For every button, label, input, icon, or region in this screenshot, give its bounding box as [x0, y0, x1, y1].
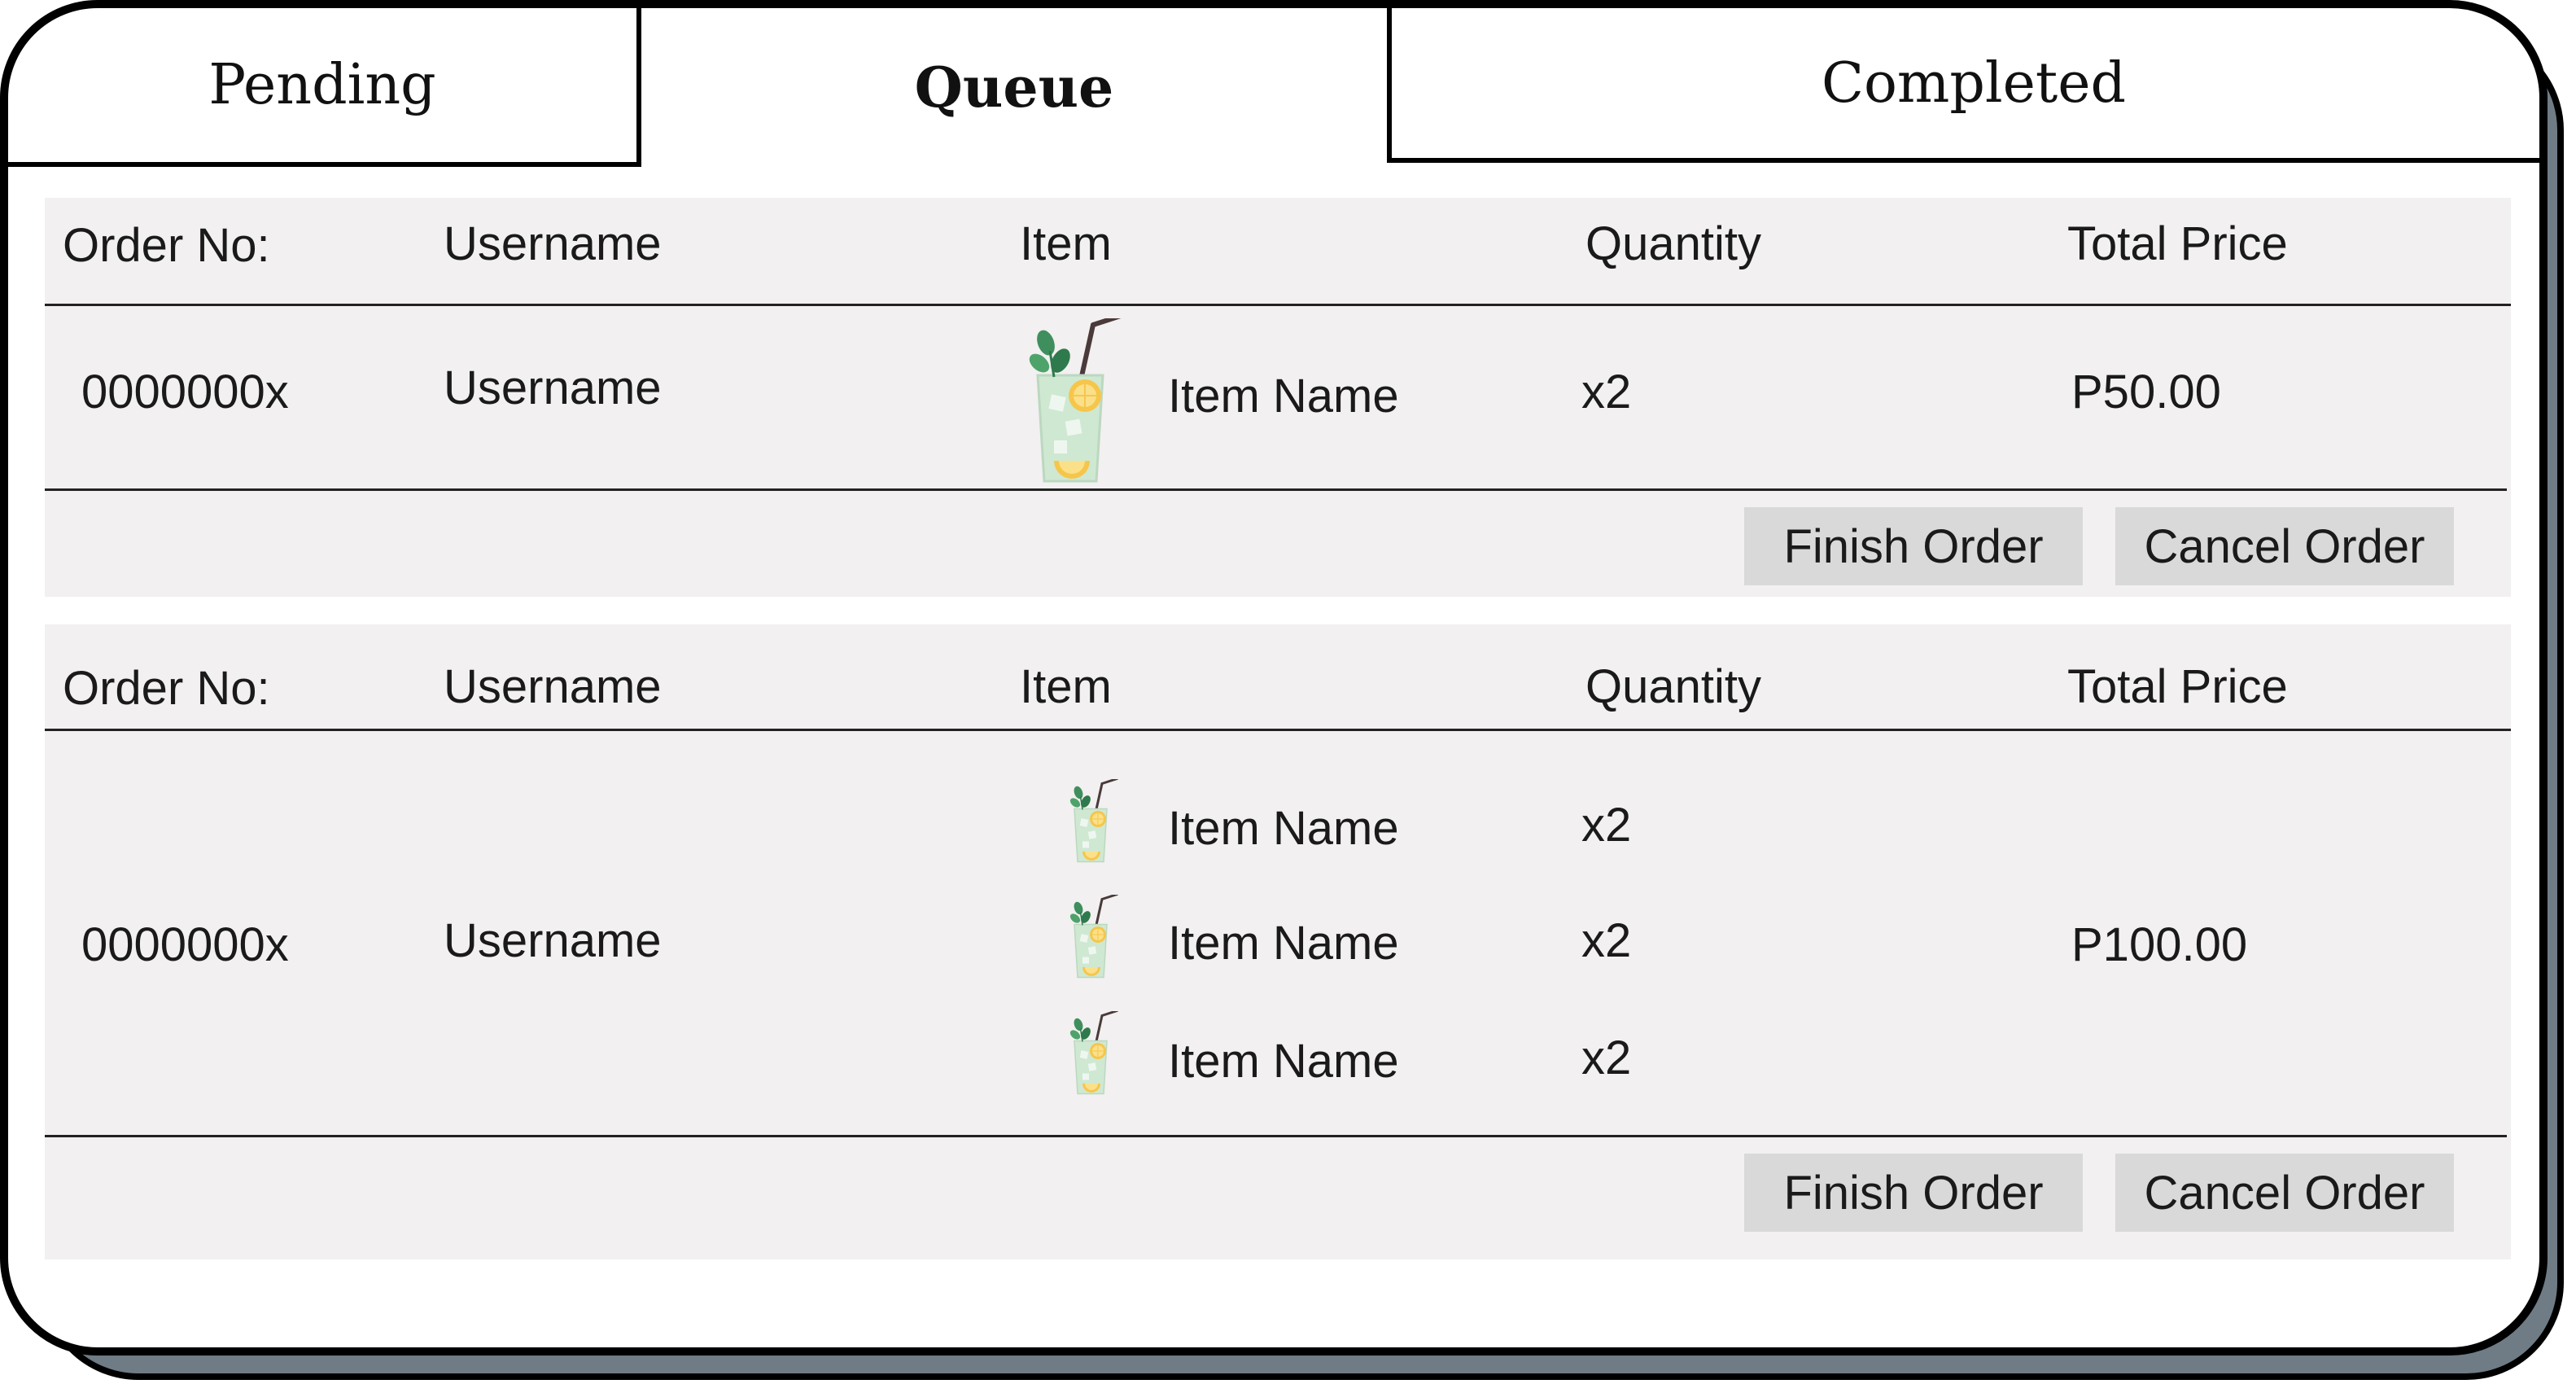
mojito-drink-icon: [1066, 1011, 1123, 1099]
mojito-drink-icon: [1066, 895, 1123, 983]
item-quantity: x2: [1581, 1031, 1632, 1084]
item-name: Item Name: [1168, 802, 1399, 855]
finish-order-button[interactable]: Finish Order: [1744, 507, 2083, 585]
header-username: Username: [444, 217, 662, 270]
header-order-no: Order No:: [63, 662, 270, 715]
mojito-drink-icon: [1066, 779, 1123, 867]
header-order-no: Order No:: [63, 219, 270, 272]
order-number: 0000000x: [81, 366, 289, 418]
divider: [45, 488, 2507, 491]
cancel-order-button[interactable]: Cancel Order: [2115, 1154, 2454, 1232]
tab-pending[interactable]: Pending: [8, 8, 641, 167]
header-total-price: Total Price: [2067, 660, 2288, 713]
mojito-drink-icon: [1021, 318, 1135, 489]
order-card: Order No: Username Item Quantity Total P…: [45, 624, 2511, 1259]
item-quantity: x2: [1581, 366, 1632, 418]
order-total-price: P50.00: [2071, 366, 2221, 418]
tab-completed[interactable]: Completed: [1387, 8, 2539, 163]
header-quantity: Quantity: [1585, 217, 1761, 270]
tab-queue[interactable]: Queue: [641, 8, 1387, 167]
item-name: Item Name: [1168, 370, 1399, 423]
divider: [45, 729, 2511, 731]
tab-queue-label: Queue: [914, 55, 1114, 120]
header-total-price: Total Price: [2067, 217, 2288, 270]
tab-pending-label: Pending: [208, 53, 436, 117]
order-username: Username: [444, 914, 662, 967]
orders-window: Pending Queue Completed Order No: Userna…: [0, 0, 2548, 1356]
header-quantity: Quantity: [1585, 660, 1761, 713]
item-quantity: x2: [1581, 914, 1632, 967]
order-username: Username: [444, 361, 662, 414]
header-item: Item: [1020, 660, 1112, 713]
tab-completed-label: Completed: [1821, 50, 2127, 116]
header-item: Item: [1020, 217, 1112, 270]
order-card: Order No: Username Item Quantity Total P…: [45, 198, 2511, 597]
item-name: Item Name: [1168, 1035, 1399, 1088]
item-name: Item Name: [1168, 917, 1399, 970]
divider: [45, 304, 2511, 306]
divider: [45, 1135, 2507, 1137]
finish-order-button[interactable]: Finish Order: [1744, 1154, 2083, 1232]
header-username: Username: [444, 660, 662, 713]
item-quantity: x2: [1581, 799, 1632, 852]
order-total-price: P100.00: [2071, 918, 2248, 971]
order-number: 0000000x: [81, 918, 289, 971]
cancel-order-button[interactable]: Cancel Order: [2115, 507, 2454, 585]
